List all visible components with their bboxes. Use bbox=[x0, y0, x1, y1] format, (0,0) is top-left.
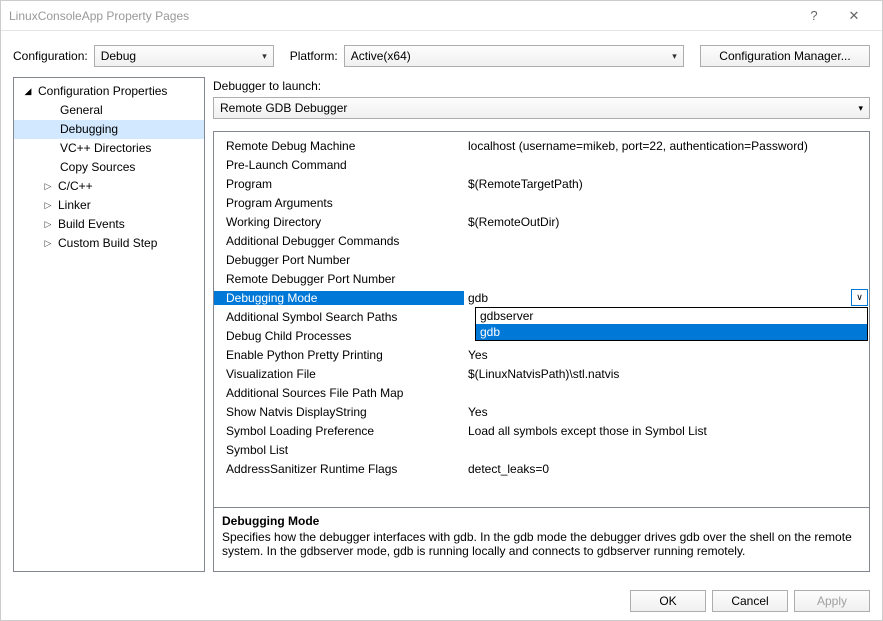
description-title: Debugging Mode bbox=[222, 514, 861, 528]
chevron-down-icon: ▾ bbox=[262, 51, 267, 62]
close-icon[interactable]: ✕ bbox=[834, 8, 874, 24]
property-row[interactable]: Remote Debug Machinelocalhost (username=… bbox=[214, 136, 869, 155]
tree-item-debugging[interactable]: Debugging bbox=[14, 120, 204, 139]
property-row[interactable]: Program$(RemoteTargetPath) bbox=[214, 174, 869, 193]
expand-icon[interactable]: ▷ bbox=[42, 197, 54, 214]
property-value[interactable]: $(LinuxNatvisPath)\stl.natvis bbox=[464, 367, 869, 381]
property-name: Additional Symbol Search Paths bbox=[214, 310, 464, 324]
tree-item-vcpp-directories[interactable]: VC++ Directories bbox=[14, 139, 204, 158]
chevron-down-icon: ▾ bbox=[672, 51, 677, 62]
tree-item-custom-build-step[interactable]: ▷Custom Build Step bbox=[14, 234, 204, 253]
property-value[interactable]: detect_leaks=0 bbox=[464, 462, 869, 476]
platform-label: Platform: bbox=[290, 49, 338, 63]
chevron-down-icon: ▾ bbox=[858, 103, 863, 114]
config-row: Configuration: Debug ▾ Platform: Active(… bbox=[1, 31, 882, 77]
help-icon[interactable]: ? bbox=[794, 8, 834, 23]
property-pages-window: LinuxConsoleApp Property Pages ? ✕ Confi… bbox=[0, 0, 883, 621]
property-name: Pre-Launch Command bbox=[214, 158, 464, 172]
description-text: Specifies how the debugger interfaces wi… bbox=[222, 530, 861, 558]
debugging-mode-dropdown[interactable]: gdbservergdb bbox=[475, 307, 868, 341]
tree-item-linker[interactable]: ▷Linker bbox=[14, 196, 204, 215]
property-row[interactable]: Pre-Launch Command bbox=[214, 155, 869, 174]
tree-item-general[interactable]: General bbox=[14, 101, 204, 120]
dropdown-option[interactable]: gdbserver bbox=[476, 308, 867, 324]
property-row[interactable]: Remote Debugger Port Number bbox=[214, 269, 869, 288]
property-name: Additional Sources File Path Map bbox=[214, 386, 464, 400]
expand-icon[interactable]: ▷ bbox=[42, 235, 54, 252]
property-value[interactable]: $(RemoteOutDir) bbox=[464, 215, 869, 229]
property-name: Working Directory bbox=[214, 215, 464, 229]
property-row[interactable]: Working Directory$(RemoteOutDir) bbox=[214, 212, 869, 231]
property-row[interactable]: Program Arguments bbox=[214, 193, 869, 212]
dropdown-option[interactable]: gdb bbox=[476, 324, 867, 340]
tree-item-ccpp[interactable]: ▷C/C++ bbox=[14, 177, 204, 196]
property-name: Debug Child Processes bbox=[214, 329, 464, 343]
property-row[interactable]: Debugging Modegdb∨ bbox=[214, 288, 869, 307]
configuration-combo[interactable]: Debug ▾ bbox=[94, 45, 274, 67]
expand-icon[interactable]: ▷ bbox=[42, 216, 54, 233]
property-name: Debugger Port Number bbox=[214, 253, 464, 267]
platform-value: Active(x64) bbox=[351, 49, 411, 63]
dialog-footer: OK Cancel Apply bbox=[1, 582, 882, 620]
property-row[interactable]: AddressSanitizer Runtime Flagsdetect_lea… bbox=[214, 459, 869, 478]
property-name: AddressSanitizer Runtime Flags bbox=[214, 462, 464, 476]
cancel-button[interactable]: Cancel bbox=[712, 590, 788, 612]
property-name: Show Natvis DisplayString bbox=[214, 405, 464, 419]
property-row[interactable]: Enable Python Pretty PrintingYes bbox=[214, 345, 869, 364]
property-grid-body[interactable]: Remote Debug Machinelocalhost (username=… bbox=[214, 132, 869, 507]
tree-item-copy-sources[interactable]: Copy Sources bbox=[14, 158, 204, 177]
debugger-launch-value: Remote GDB Debugger bbox=[220, 101, 347, 115]
property-name: Additional Debugger Commands bbox=[214, 234, 464, 248]
property-value[interactable]: Yes bbox=[464, 348, 869, 362]
property-name: Program bbox=[214, 177, 464, 191]
titlebar: LinuxConsoleApp Property Pages ? ✕ bbox=[1, 1, 882, 31]
configuration-manager-button[interactable]: Configuration Manager... bbox=[700, 45, 870, 67]
property-row[interactable]: Additional Debugger Commands bbox=[214, 231, 869, 250]
tree-item-build-events[interactable]: ▷Build Events bbox=[14, 215, 204, 234]
dropdown-button[interactable]: ∨ bbox=[851, 289, 868, 306]
config-tree[interactable]: ◢ Configuration Properties General Debug… bbox=[13, 77, 205, 572]
property-row[interactable]: Visualization File$(LinuxNatvisPath)\stl… bbox=[214, 364, 869, 383]
property-row[interactable]: Symbol List bbox=[214, 440, 869, 459]
property-value[interactable]: Yes bbox=[464, 405, 869, 419]
debugger-launch-combo[interactable]: Remote GDB Debugger ▾ bbox=[213, 97, 870, 119]
property-grid: Remote Debug Machinelocalhost (username=… bbox=[213, 131, 870, 572]
window-title: LinuxConsoleApp Property Pages bbox=[9, 9, 189, 23]
property-row[interactable]: Symbol Loading PreferenceLoad all symbol… bbox=[214, 421, 869, 440]
property-value[interactable]: localhost (username=mikeb, port=22, auth… bbox=[464, 139, 869, 153]
description-pane: Debugging Mode Specifies how the debugge… bbox=[214, 507, 869, 571]
property-name: Remote Debug Machine bbox=[214, 139, 464, 153]
property-value[interactable]: Load all symbols except those in Symbol … bbox=[464, 424, 869, 438]
tree-root[interactable]: ◢ Configuration Properties bbox=[14, 82, 204, 101]
property-row[interactable]: Debugger Port Number bbox=[214, 250, 869, 269]
property-row[interactable]: Show Natvis DisplayStringYes bbox=[214, 402, 869, 421]
expand-icon[interactable]: ▷ bbox=[42, 178, 54, 195]
property-name: Visualization File bbox=[214, 367, 464, 381]
property-name: Symbol List bbox=[214, 443, 464, 457]
property-value[interactable]: $(RemoteTargetPath) bbox=[464, 177, 869, 191]
property-name: Enable Python Pretty Printing bbox=[214, 348, 464, 362]
property-name: Program Arguments bbox=[214, 196, 464, 210]
ok-button[interactable]: OK bbox=[630, 590, 706, 612]
property-name: Remote Debugger Port Number bbox=[214, 272, 464, 286]
property-name: Debugging Mode bbox=[214, 291, 464, 305]
property-row[interactable]: Additional Sources File Path Map bbox=[214, 383, 869, 402]
debugger-launch-label: Debugger to launch: bbox=[213, 77, 870, 97]
platform-combo[interactable]: Active(x64) ▾ bbox=[344, 45, 684, 67]
apply-button[interactable]: Apply bbox=[794, 590, 870, 612]
configuration-label: Configuration: bbox=[13, 49, 88, 63]
property-value[interactable]: gdb bbox=[464, 291, 869, 305]
tree-root-label: Configuration Properties bbox=[38, 83, 167, 100]
collapse-icon[interactable]: ◢ bbox=[22, 83, 34, 100]
configuration-value: Debug bbox=[101, 49, 136, 63]
property-name: Symbol Loading Preference bbox=[214, 424, 464, 438]
